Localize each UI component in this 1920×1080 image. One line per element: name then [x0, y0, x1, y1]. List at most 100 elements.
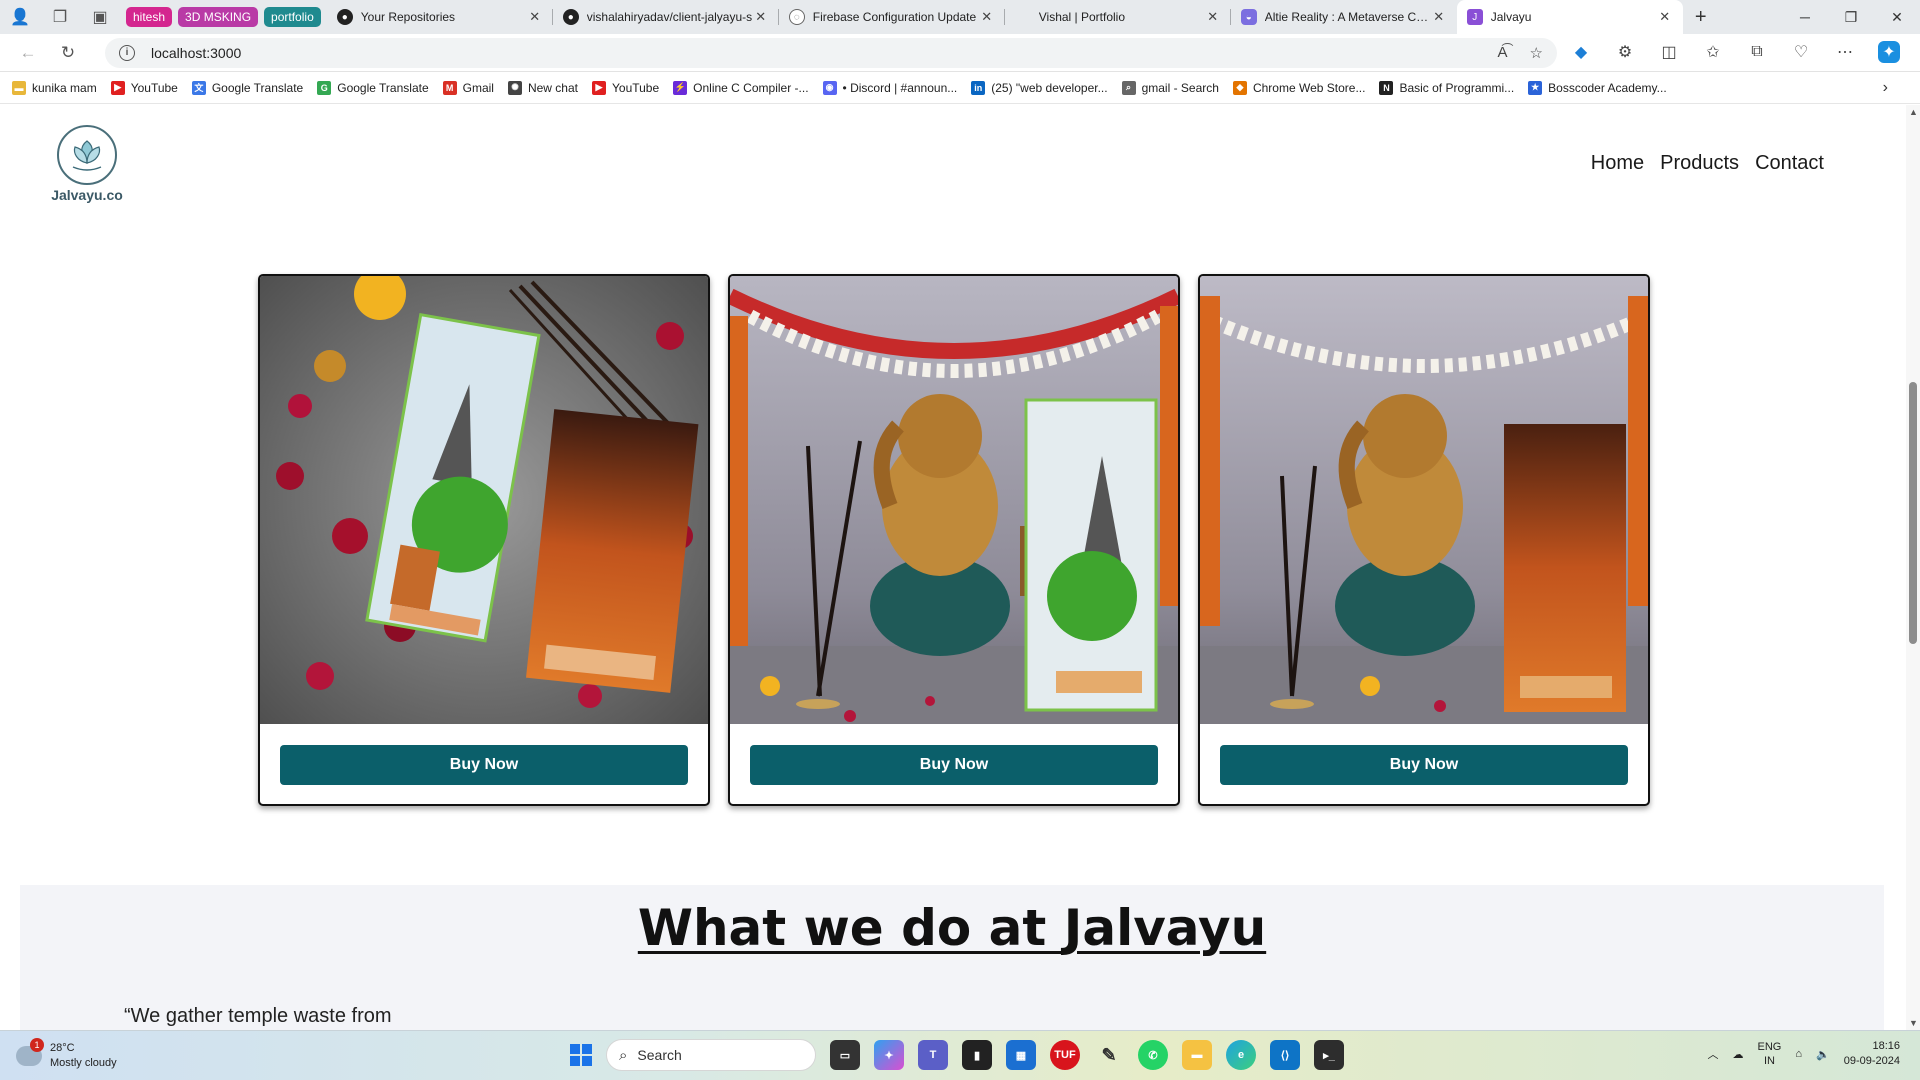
site-header: Jalvayu.co Home Products Contact	[0, 105, 1906, 215]
bookmark-item[interactable]: ◆ Chrome Web Store...	[1232, 80, 1365, 95]
tab-group-portfolio[interactable]: portfolio	[264, 7, 321, 27]
bosscoder-icon: ★	[1528, 80, 1543, 95]
tab-group-hitesh[interactable]: hitesh	[126, 7, 173, 27]
bookmark-label: • Discord | #announ...	[842, 80, 958, 95]
clock[interactable]: 18:16 09-09-2024	[1844, 1039, 1900, 1069]
tab-jalvayu[interactable]: J Jalvayu ✕	[1456, 0, 1683, 34]
about-section: What we do at Jalvayu “We gather temple …	[20, 885, 1884, 1030]
nav-home[interactable]: Home	[1591, 152, 1644, 175]
teams-icon[interactable]: T	[918, 1040, 948, 1070]
tray-chevron-icon[interactable]: ︿	[1708, 1046, 1719, 1062]
tab-client-jalvayu[interactable]: ● vishalahiryadav/client-jalyayu-s ✕	[553, 0, 779, 34]
close-icon[interactable]: ✕	[753, 9, 769, 25]
more-menu-icon[interactable]: ⋯	[1834, 41, 1856, 63]
close-window-icon[interactable]: ✕	[1874, 0, 1920, 34]
language-indicator[interactable]: ENG IN	[1758, 1040, 1782, 1068]
tab-group-3d-msking[interactable]: 3D MSKING	[178, 7, 259, 27]
folder-icon: ▬	[12, 80, 26, 95]
bookmark-item[interactable]: N Basic of Programmi...	[1379, 80, 1514, 95]
buy-now-button[interactable]: Buy Now	[280, 745, 688, 785]
buy-now-button[interactable]: Buy Now	[750, 745, 1158, 785]
split-screen-icon[interactable]: ◫	[1658, 41, 1680, 63]
tuf-icon[interactable]: TUF	[1050, 1040, 1080, 1070]
tab-altie-reality[interactable]: ◒ Altie Reality : A Metaverse Com ✕	[1231, 0, 1457, 34]
bookmark-item[interactable]: ▬ kunika mam	[12, 80, 97, 95]
minimize-icon[interactable]: ─	[1782, 0, 1828, 34]
site-info-icon[interactable]: i	[119, 45, 135, 61]
pen-tool-icon[interactable]: ✎	[1094, 1040, 1124, 1070]
close-icon[interactable]: ✕	[1205, 9, 1221, 25]
buy-now-button[interactable]: Buy Now	[1220, 745, 1628, 785]
copilot-app-icon[interactable]: ✦	[874, 1040, 904, 1070]
url-text[interactable]: localhost:3000	[151, 45, 241, 61]
read-aloud-icon[interactable]: A͡	[1498, 44, 1508, 62]
bookmark-item[interactable]: 文 Google Translate	[191, 80, 303, 95]
bookmark-item[interactable]: ✺ New chat	[507, 80, 578, 95]
close-icon[interactable]: ✕	[979, 9, 995, 25]
tab-label: Vishal | Portfolio	[1038, 10, 1126, 24]
store-icon[interactable]: ▦	[1006, 1040, 1036, 1070]
back-icon[interactable]: ←	[8, 43, 48, 63]
collections-icon[interactable]: ⧉	[1746, 41, 1768, 63]
tab-your-repositories[interactable]: ● Your Repositories ✕	[327, 0, 553, 34]
close-icon[interactable]: ✕	[527, 9, 543, 25]
file-explorer-icon[interactable]: ▬	[1182, 1040, 1212, 1070]
bookmark-item[interactable]: M Gmail	[442, 80, 494, 95]
weather-widget[interactable]: 1 28°C Mostly cloudy	[16, 1038, 117, 1071]
bookmark-item[interactable]: ◉ • Discord | #announ...	[822, 80, 958, 95]
windows-start-icon[interactable]	[570, 1044, 592, 1066]
browser-essentials-icon[interactable]: ♡	[1790, 41, 1812, 63]
workspaces-icon[interactable]: ❐	[40, 0, 80, 34]
openai-icon: ✺	[507, 80, 522, 95]
network-icon[interactable]: ⌂	[1795, 1048, 1802, 1060]
window-controls: ─ ❐ ✕	[1782, 0, 1920, 34]
bookmark-item[interactable]: ▶ YouTube	[110, 80, 178, 95]
restore-icon[interactable]: ❐	[1828, 0, 1874, 34]
bookmarks-bar: ▬ kunika mam ▶ YouTube 文 Google Translate G Goo…	[0, 72, 1920, 104]
nav-contact[interactable]: Contact	[1755, 152, 1824, 175]
product-image[interactable]	[730, 276, 1178, 724]
url-field[interactable]: i localhost:3000 A͡ ☆	[105, 38, 1557, 68]
reload-icon[interactable]: ↻	[48, 43, 88, 63]
scroll-up-icon[interactable]: ▲	[1909, 107, 1918, 117]
bookmark-item[interactable]: ▶ YouTube	[592, 80, 659, 95]
new-tab-button[interactable]: +	[1683, 6, 1719, 29]
tab-actions-icon[interactable]: ▣	[80, 0, 120, 34]
tab-firebase-config[interactable]: ◌ Firebase Configuration Update ✕	[779, 0, 1005, 34]
bookmark-item[interactable]: ⌕ gmail - Search	[1121, 80, 1219, 95]
bookmarks-overflow-icon[interactable]: ›	[1883, 79, 1888, 97]
bookmark-item[interactable]: ★ Bosscoder Academy...	[1528, 80, 1667, 95]
favorites-icon[interactable]: ✩	[1702, 41, 1724, 63]
tab-label: Altie Reality : A Metaverse Com	[1264, 10, 1431, 24]
terminal-icon[interactable]: ▮	[962, 1040, 992, 1070]
vscode-icon[interactable]: ⟨⟩	[1270, 1040, 1300, 1070]
favorite-star-icon[interactable]: ☆	[1530, 44, 1543, 62]
about-heading: What we do at Jalvayu	[20, 899, 1884, 957]
nav-products[interactable]: Products	[1660, 152, 1739, 175]
product-image[interactable]	[260, 276, 708, 724]
scroll-down-icon[interactable]: ▼	[1909, 1018, 1918, 1028]
close-icon[interactable]: ✕	[1431, 9, 1447, 25]
close-icon[interactable]: ✕	[1657, 9, 1673, 25]
copilot-icon[interactable]: ✦	[1878, 41, 1900, 63]
bookmark-item[interactable]: ⚡ Online C Compiler -...	[673, 80, 809, 95]
profile-icon[interactable]: 👤	[0, 0, 40, 34]
bookmark-item[interactable]: in (25) "web developer...	[971, 80, 1108, 95]
tab-vishal-portfolio[interactable]: Vishal | Portfolio ✕	[1005, 0, 1231, 34]
page-scrollbar[interactable]: ▲ ▼	[1906, 105, 1920, 1030]
region-code: IN	[1763, 1055, 1775, 1067]
volume-icon[interactable]: 🔈	[1816, 1048, 1830, 1061]
product-image[interactable]	[1200, 276, 1648, 724]
extensions-puzzle-icon[interactable]: ⚙	[1614, 41, 1636, 63]
console-icon[interactable]: ▸_	[1314, 1040, 1344, 1070]
task-view-icon[interactable]: ▭	[830, 1040, 860, 1070]
scrollbar-thumb[interactable]	[1909, 382, 1917, 644]
whatsapp-icon[interactable]: ✆	[1138, 1040, 1168, 1070]
bookmark-item[interactable]: G Google Translate	[317, 80, 429, 95]
taskbar-search[interactable]: ⌕ Search	[606, 1039, 816, 1071]
edge-icon[interactable]: e	[1226, 1040, 1256, 1070]
extension-shield-icon[interactable]: ◆	[1570, 41, 1592, 63]
product-card: Buy Now	[728, 274, 1180, 806]
site-logo[interactable]: Jalvayu.co	[44, 125, 130, 203]
onedrive-icon[interactable]: ☁	[1733, 1048, 1744, 1061]
